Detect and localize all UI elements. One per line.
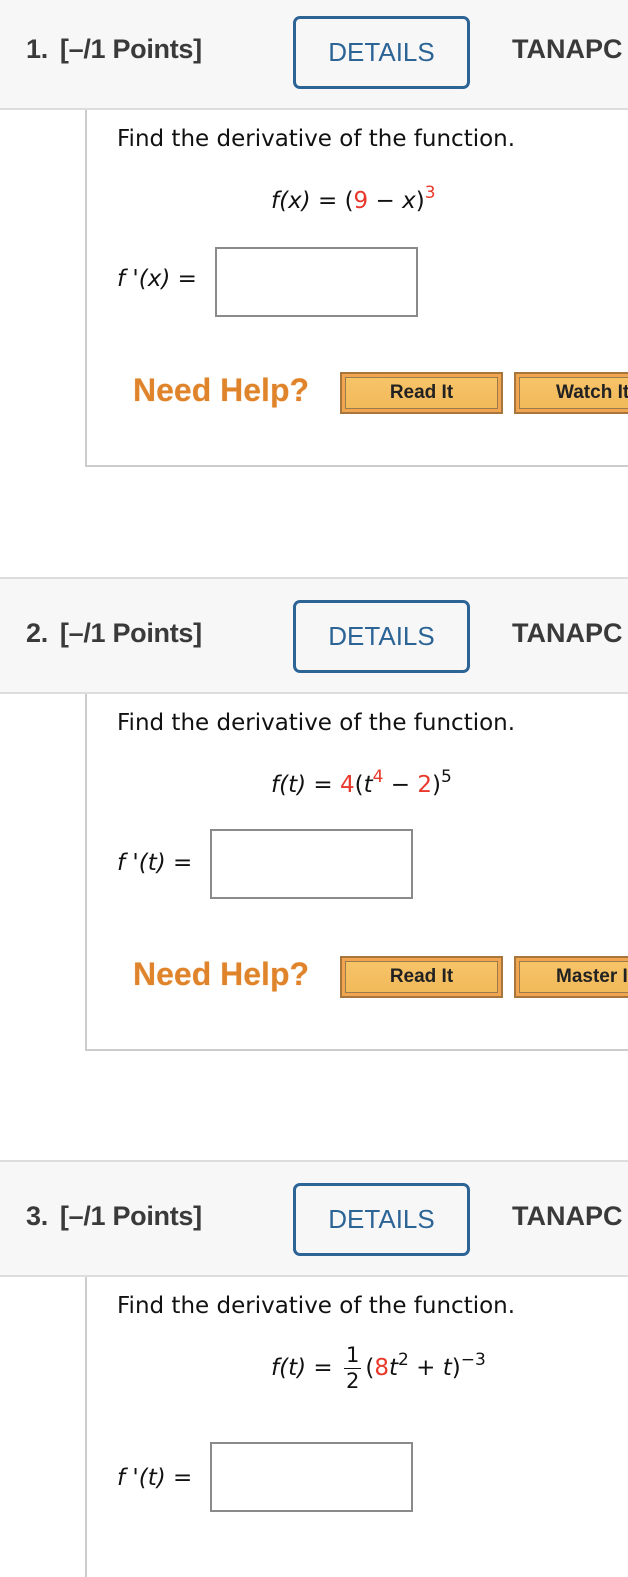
answer-input[interactable] xyxy=(210,1442,413,1512)
watch-it-button[interactable]: Watch It xyxy=(514,372,628,414)
source-label: TANAPC xyxy=(512,1201,623,1231)
help-row: Need Help? Read It Master It xyxy=(133,956,628,1000)
answer-input[interactable] xyxy=(215,247,418,317)
answer-label: f '(x) = xyxy=(117,266,197,292)
function-formula: f(t) = 1 2 (8t2 + t)−3 xyxy=(271,1343,486,1393)
points-label: [–/1 Points] xyxy=(59,34,202,64)
question-header: 1. [–/1 Points] DETAILS TANAPC xyxy=(0,0,628,110)
question-number: 2. [–/1 Points] xyxy=(26,618,202,648)
fraction: 12 xyxy=(343,1343,362,1393)
read-it-button[interactable]: Read It xyxy=(340,372,503,414)
help-row: Need Help? Read It Watch It xyxy=(133,372,628,416)
details-button[interactable]: DETAILS xyxy=(293,1183,470,1256)
read-it-button[interactable]: Read It xyxy=(340,956,503,998)
question-header: 2. [–/1 Points] DETAILS TANAPC xyxy=(0,577,628,694)
points-label: [–/1 Points] xyxy=(59,618,202,648)
question-prompt: Find the derivative of the function. xyxy=(117,126,516,152)
answer-input[interactable] xyxy=(210,829,413,899)
question-header: 3. [–/1 Points] DETAILS TANAPC xyxy=(0,1160,628,1277)
need-help-label: Need Help? xyxy=(133,956,310,992)
question-body: Find the derivative of the function. f(t… xyxy=(85,694,628,1051)
question-body: Find the derivative of the function. f(t… xyxy=(85,1277,628,1577)
points-label: [–/1 Points] xyxy=(59,1201,202,1231)
function-formula: f(x) = (9 − x)3 xyxy=(271,183,436,215)
question-body: Find the derivative of the function. f(x… xyxy=(85,110,628,467)
question-prompt: Find the derivative of the function. xyxy=(117,1293,516,1319)
need-help-label: Need Help? xyxy=(133,372,310,408)
source-label: TANAPC xyxy=(512,34,623,64)
details-button[interactable]: DETAILS xyxy=(293,600,470,673)
details-button[interactable]: DETAILS xyxy=(293,16,470,89)
question-number: 1. [–/1 Points] xyxy=(26,34,202,64)
question-number: 3. [–/1 Points] xyxy=(26,1201,202,1231)
answer-label: f '(t) = xyxy=(117,1465,193,1491)
master-it-button[interactable]: Master It xyxy=(514,956,628,998)
source-label: TANAPC xyxy=(512,618,623,648)
question-prompt: Find the derivative of the function. xyxy=(117,710,516,736)
function-formula: f(t) = 4(t4 − 2)5 xyxy=(271,767,452,799)
answer-label: f '(t) = xyxy=(117,850,193,876)
